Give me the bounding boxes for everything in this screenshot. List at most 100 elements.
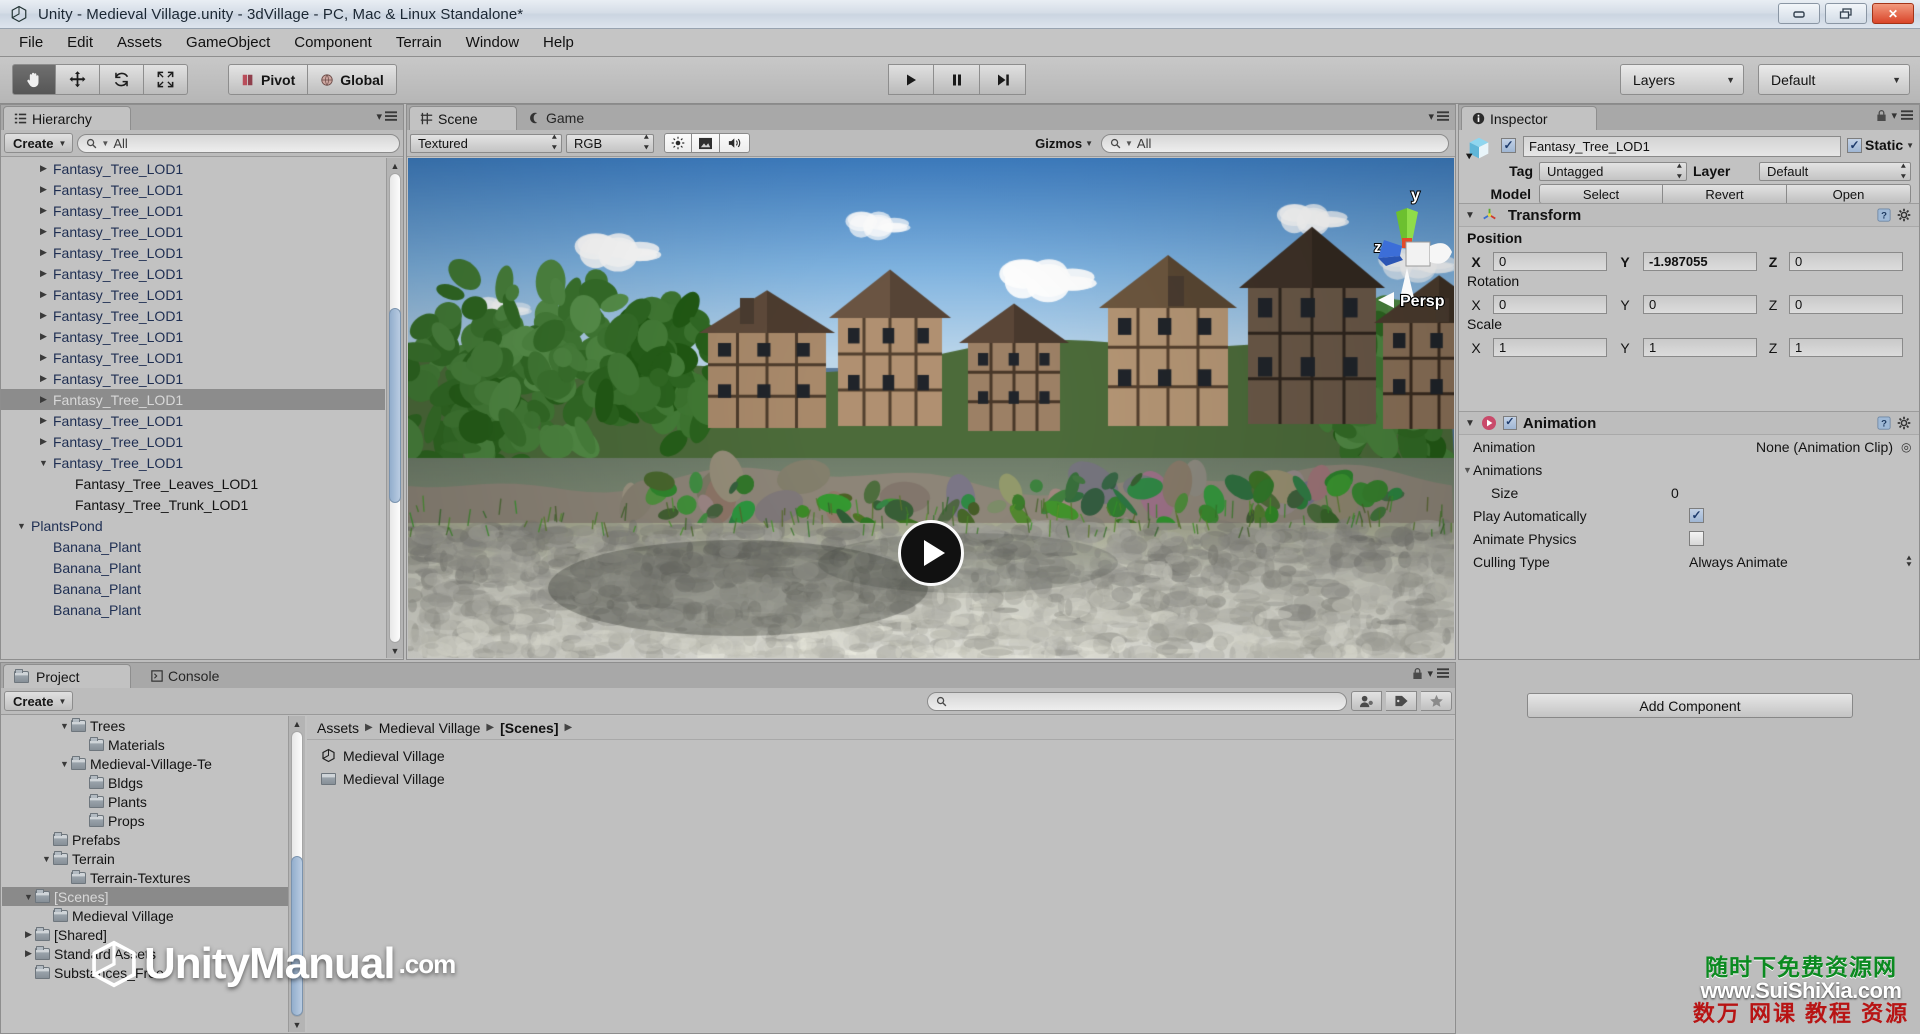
breadcrumb-medieval-village[interactable]: Medieval Village bbox=[379, 720, 481, 736]
hierarchy-list[interactable]: ▶ Fantasy_Tree_LOD1 ▶ Fantasy_Tree_LOD1 ▶ Fan… bbox=[1, 158, 385, 658]
close-button[interactable]: ✕ bbox=[1872, 3, 1914, 24]
hierarchy-item[interactable]: ▼ PlantsPond bbox=[1, 515, 385, 536]
hierarchy-item[interactable]: ▶ Fantasy_Tree_LOD1 bbox=[1, 158, 385, 179]
foldout-collapsed-icon[interactable]: ▶ bbox=[37, 163, 50, 174]
maximize-button[interactable] bbox=[1825, 3, 1867, 24]
menu-file[interactable]: File bbox=[8, 31, 54, 54]
gear-icon[interactable] bbox=[1897, 208, 1911, 222]
foldout-collapsed-icon[interactable]: ▶ bbox=[37, 436, 50, 447]
project-tree-item[interactable]: ▼ Medieval-Village-Te bbox=[2, 754, 288, 773]
foldout-collapsed-icon[interactable]: ▶ bbox=[37, 184, 50, 195]
foldout-collapsed-icon[interactable]: ▶ bbox=[37, 331, 50, 342]
foldout-collapsed-icon[interactable]: ▶ bbox=[37, 352, 50, 363]
add-component-button[interactable]: Add Component bbox=[1527, 693, 1853, 718]
animation-clip-value[interactable]: None (Animation Clip) bbox=[1689, 439, 1901, 455]
foldout-collapsed-icon[interactable]: ▶ bbox=[37, 310, 50, 321]
scroll-thumb[interactable] bbox=[291, 856, 303, 1016]
project-tree-item[interactable]: Props bbox=[2, 811, 288, 830]
tab-scene[interactable]: Scene bbox=[409, 106, 517, 130]
scene-search-input[interactable]: ▼ All bbox=[1101, 134, 1449, 153]
breadcrumb-assets[interactable]: Assets bbox=[317, 720, 359, 736]
hierarchy-search-input[interactable]: ▼ All bbox=[77, 134, 400, 153]
scene-orientation-gizmo[interactable]: y z Persp bbox=[1348, 180, 1454, 310]
rotation-z-input[interactable]: 0 bbox=[1789, 295, 1903, 314]
foldout-expanded-icon[interactable]: ▼ bbox=[22, 892, 35, 902]
favorites-button[interactable] bbox=[1421, 691, 1452, 711]
culling-type-value[interactable]: Always Animate bbox=[1689, 554, 1899, 570]
foldout-arrow-icon[interactable]: ▼ bbox=[1465, 210, 1475, 221]
layout-dropdown[interactable]: Default ▼ bbox=[1758, 64, 1910, 95]
minimize-button[interactable] bbox=[1778, 3, 1820, 24]
foldout-collapsed-icon[interactable]: ▶ bbox=[22, 929, 35, 940]
project-folder-tree[interactable]: ▼ Trees Materials ▼ Medieval-Village-Te Bldgs… bbox=[2, 716, 288, 1032]
object-name-input[interactable]: Fantasy_Tree_LOD1 bbox=[1523, 136, 1841, 157]
animation-header[interactable]: ▼ ✓ Animation ? bbox=[1459, 411, 1919, 435]
position-x-input[interactable]: 0 bbox=[1493, 252, 1607, 271]
lighting-toggle-button[interactable] bbox=[664, 133, 692, 153]
foldout-collapsed-icon[interactable]: ▶ bbox=[37, 226, 50, 237]
foldout-arrow-icon[interactable]: ▼ bbox=[1465, 418, 1475, 429]
project-tree-item[interactable]: ▼ Terrain bbox=[2, 849, 288, 868]
hierarchy-item[interactable]: Fantasy_Tree_Trunk_LOD1 bbox=[1, 494, 385, 515]
object-enabled-checkbox[interactable]: ✓ bbox=[1501, 138, 1516, 153]
hierarchy-item[interactable]: ▶ Fantasy_Tree_LOD1 bbox=[1, 221, 385, 242]
animation-enabled-checkbox[interactable]: ✓ bbox=[1503, 416, 1517, 430]
gear-icon[interactable] bbox=[1897, 416, 1911, 430]
hierarchy-item[interactable]: ▶ Fantasy_Tree_LOD1 bbox=[1, 242, 385, 263]
hierarchy-item[interactable]: Banana_Plant bbox=[1, 599, 385, 620]
foldout-collapsed-icon[interactable]: ▶ bbox=[37, 205, 50, 216]
project-search-input[interactable] bbox=[927, 692, 1347, 711]
foldout-expanded-icon[interactable]: ▼ bbox=[37, 458, 50, 468]
foldout-arrow-icon[interactable]: ▼ bbox=[1459, 465, 1473, 475]
hierarchy-item[interactable]: ▶ Fantasy_Tree_LOD1 bbox=[1, 200, 385, 221]
hierarchy-item[interactable]: ▶ Fantasy_Tree_LOD1 bbox=[1, 410, 385, 431]
hierarchy-create-button[interactable]: Create ▼ bbox=[4, 133, 73, 153]
foldout-collapsed-icon[interactable]: ▶ bbox=[37, 373, 50, 384]
hierarchy-item[interactable]: ▶ Fantasy_Tree_LOD1 bbox=[1, 347, 385, 368]
foldout-expanded-icon[interactable]: ▼ bbox=[58, 759, 71, 769]
scroll-down-icon[interactable]: ▼ bbox=[387, 643, 403, 658]
menu-window[interactable]: Window bbox=[455, 31, 530, 54]
hierarchy-item[interactable]: ▶ Fantasy_Tree_LOD1 bbox=[1, 389, 385, 410]
position-y-input[interactable]: -1.987055 bbox=[1643, 252, 1757, 271]
project-tree-item[interactable]: Substances_Free bbox=[2, 963, 288, 982]
gizmos-dropdown[interactable]: Gizmos ▼ bbox=[1035, 136, 1097, 151]
scale-z-input[interactable]: 1 bbox=[1789, 338, 1903, 357]
tab-hierarchy[interactable]: Hierarchy bbox=[3, 106, 131, 130]
tab-inspector[interactable]: Inspector bbox=[1461, 106, 1597, 130]
hierarchy-item[interactable]: Banana_Plant bbox=[1, 536, 385, 557]
pivot-toggle-button[interactable]: Pivot bbox=[228, 64, 308, 95]
project-tree-item[interactable]: ▼ Trees bbox=[2, 716, 288, 735]
project-tree-item[interactable]: Terrain-Textures bbox=[2, 868, 288, 887]
project-tree-item[interactable]: ▼ [Scenes] bbox=[2, 887, 288, 906]
breadcrumb-scenes[interactable]: [Scenes] bbox=[500, 720, 558, 736]
project-tree-item[interactable]: ▶ [Shared] bbox=[2, 925, 288, 944]
static-checkbox[interactable]: ✓ bbox=[1847, 138, 1862, 153]
model-revert-button[interactable]: Revert bbox=[1663, 184, 1787, 204]
filter-by-type-button[interactable] bbox=[1351, 691, 1382, 711]
scroll-down-icon[interactable]: ▼ bbox=[289, 1017, 305, 1032]
scale-y-input[interactable]: 1 bbox=[1643, 338, 1757, 357]
animations-size-value[interactable]: 0 bbox=[1671, 485, 1679, 501]
foldout-collapsed-icon[interactable]: ▶ bbox=[37, 415, 50, 426]
help-icon[interactable]: ? bbox=[1877, 416, 1891, 430]
menu-component[interactable]: Component bbox=[283, 31, 383, 54]
scroll-thumb[interactable] bbox=[389, 308, 401, 503]
static-toggle[interactable]: ✓ Static ▼ bbox=[1847, 137, 1914, 153]
hierarchy-panel-menu[interactable]: ▾ bbox=[376, 110, 397, 123]
foldout-collapsed-icon[interactable]: ▶ bbox=[37, 289, 50, 300]
menu-assets[interactable]: Assets bbox=[106, 31, 173, 54]
hierarchy-scrollbar[interactable]: ▲ ▼ bbox=[386, 158, 403, 658]
hierarchy-item[interactable]: Banana_Plant bbox=[1, 557, 385, 578]
scale-x-input[interactable]: 1 bbox=[1493, 338, 1607, 357]
scroll-up-icon[interactable]: ▲ bbox=[289, 716, 305, 731]
tab-project[interactable]: Project bbox=[3, 664, 131, 688]
project-file-item[interactable]: Medieval Village bbox=[321, 767, 1454, 790]
inspector-panel-menu[interactable]: ▾ bbox=[1876, 109, 1913, 122]
layers-dropdown[interactable]: Layers ▼ bbox=[1620, 64, 1744, 95]
hierarchy-item[interactable]: ▶ Fantasy_Tree_LOD1 bbox=[1, 326, 385, 347]
transform-header[interactable]: ▼ Transform ? bbox=[1459, 203, 1919, 227]
hierarchy-item[interactable]: Banana_Plant bbox=[1, 578, 385, 599]
foldout-expanded-icon[interactable]: ▼ bbox=[15, 521, 28, 531]
scale-tool-button[interactable] bbox=[144, 64, 188, 95]
